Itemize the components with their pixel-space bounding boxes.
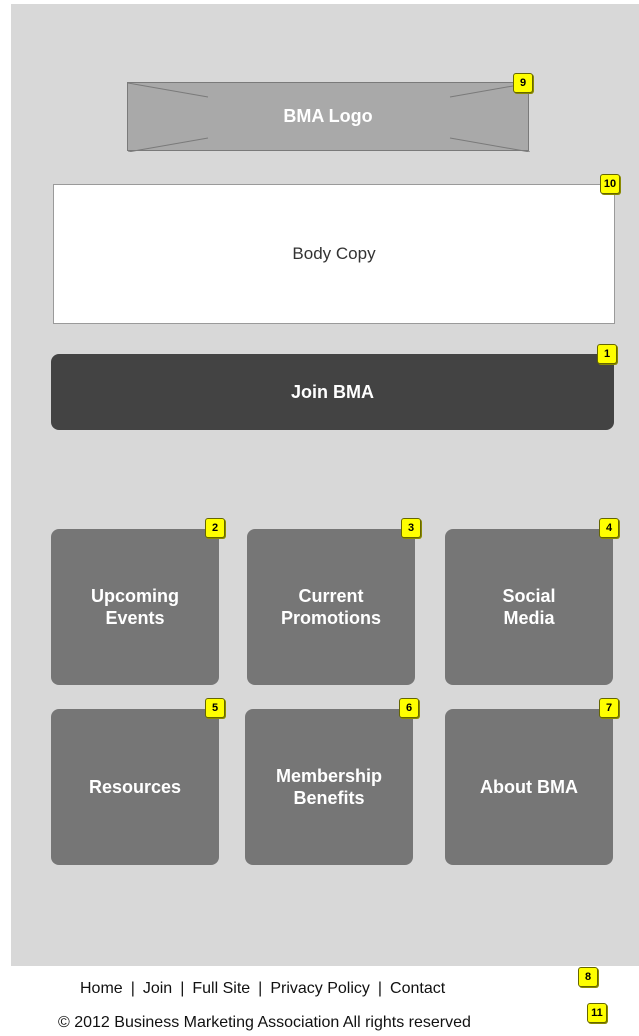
footer-separator: | (377, 980, 383, 997)
annotation-badge-body: 10 (600, 174, 620, 194)
join-bma-button[interactable]: Join BMA (51, 354, 614, 430)
annotation-badge-tile: 5 (205, 698, 225, 718)
footer-link-full-site[interactable]: Full Site (192, 980, 250, 997)
tile-membership-benefits[interactable]: Membership Benefits (245, 709, 413, 865)
tile-label-line: About BMA (480, 777, 578, 797)
tile-label-line: Resources (88, 777, 182, 797)
tile-social-media[interactable]: Social Media (445, 529, 613, 685)
tile-label-line: Membership (275, 766, 383, 786)
tile-resources[interactable]: Resources (51, 709, 219, 865)
tile-label-line: Social (502, 586, 556, 606)
footer-separator: | (130, 980, 135, 997)
tile-label-line: Upcoming (91, 586, 179, 606)
tile-label-line: Benefits (293, 788, 365, 808)
annotation-badge-tile: 6 (399, 698, 419, 718)
annotation-badge-tile: 3 (401, 518, 421, 538)
tile-upcoming-events[interactable]: Upcoming Events (51, 529, 219, 685)
body-copy: Body Copy (53, 184, 615, 324)
annotation-badge-tile: 2 (205, 518, 225, 538)
tile-current-promotions[interactable]: Current Promotions (247, 529, 415, 685)
logo-placeholder[interactable]: BMA Logo (127, 82, 530, 152)
tile-label-line: Promotions (280, 608, 381, 628)
copyright-text: © 2012 Business Marketing Association Al… (58, 1014, 471, 1031)
annotation-badge-copyright: 11 (587, 1003, 607, 1023)
logo-label: BMA Logo (283, 106, 373, 126)
tile-label-line: Media (503, 608, 555, 628)
footer-link-contact[interactable]: Contact (390, 980, 445, 997)
annotation-badge-join: 1 (597, 344, 617, 364)
annotation-badge-footer: 8 (578, 967, 598, 987)
tile-about-bma[interactable]: About BMA (445, 709, 613, 865)
footer-link-home[interactable]: Home (80, 980, 123, 997)
footer-separator: | (258, 980, 263, 997)
tile-label-line: Events (105, 608, 165, 628)
footer-link-privacy-policy[interactable]: Privacy Policy (270, 980, 370, 997)
tile-label-line: Current (298, 586, 364, 606)
annotation-badge-logo: 9 (513, 73, 533, 93)
annotation-badge-tile: 7 (599, 698, 619, 718)
footer-separator: | (180, 980, 185, 997)
annotation-badge-tile: 4 (599, 518, 619, 538)
footer-link-join[interactable]: Join (143, 980, 172, 997)
